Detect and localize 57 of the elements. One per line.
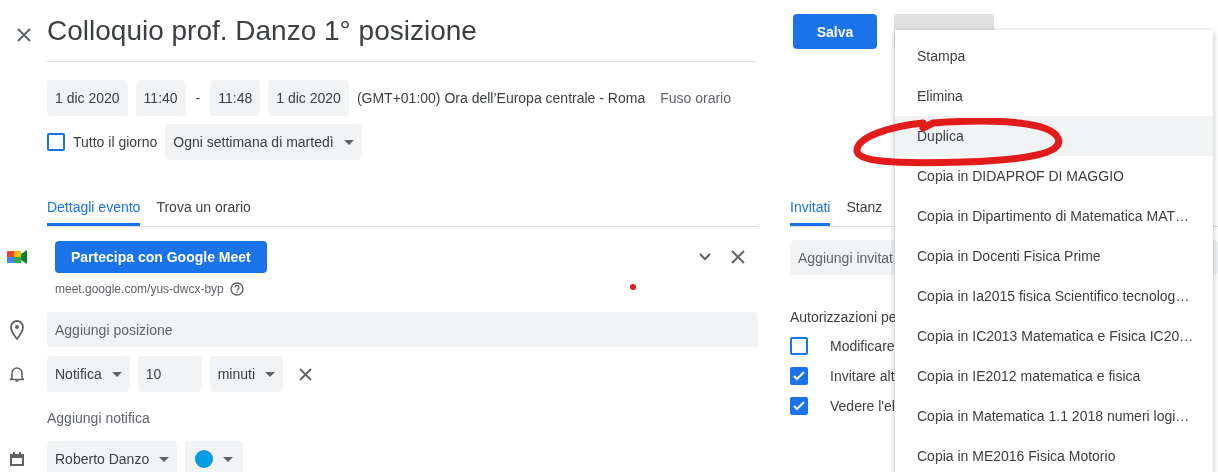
- all-day-label: Tutto il giorno: [73, 134, 158, 150]
- permission-label: Modificare: [830, 338, 895, 354]
- save-button[interactable]: Salva: [793, 14, 877, 49]
- permissions-heading: Autorizzazioni pe: [790, 309, 898, 325]
- menu-item[interactable]: Copia in ME2016 Fisica Motorio: [895, 436, 1213, 472]
- add-notification-link[interactable]: Aggiungi notifica: [47, 410, 150, 426]
- end-time-field[interactable]: 11:48: [210, 80, 261, 116]
- event-title-field[interactable]: Colloquio prof. Danzo 1° posizione: [47, 14, 477, 47]
- timezone-label: (GMT+01:00) Ora dell’Europa centrale - Roma: [356, 90, 646, 106]
- start-time-field[interactable]: 11:40: [135, 80, 186, 116]
- menu-item[interactable]: Copia in Dipartimento di Matematica MAT…: [895, 196, 1213, 236]
- timezone-link[interactable]: Fuso orario: [660, 90, 731, 106]
- permission-label: Vedere l'el: [830, 398, 895, 414]
- menu-item[interactable]: Copia in Matematica 1.1 2018 numeri logi…: [895, 396, 1213, 436]
- bell-icon: [10, 366, 24, 382]
- notification-unit-dropdown[interactable]: minuti: [209, 356, 284, 392]
- tab[interactable]: Stanz: [846, 190, 883, 226]
- permission-label: Invitare alt: [830, 368, 895, 384]
- calendar-icon: [9, 451, 25, 467]
- tab[interactable]: Trova un orario: [156, 190, 251, 226]
- menu-item[interactable]: Stampa: [895, 36, 1213, 76]
- caret-icon: [159, 456, 170, 462]
- recurrence-dropdown[interactable]: Ogni settimana di martedì: [165, 124, 362, 160]
- menu-item[interactable]: Elimina: [895, 76, 1213, 116]
- permission-checkbox[interactable]: [790, 397, 808, 415]
- caret-icon: [111, 371, 122, 377]
- permission-checkbox[interactable]: [790, 367, 808, 385]
- tab[interactable]: Invitati: [790, 190, 831, 226]
- caret-icon: [223, 456, 234, 462]
- location-field[interactable]: Aggiungi posizione: [47, 312, 758, 347]
- remove-icon[interactable]: [299, 367, 313, 381]
- menu-item[interactable]: Copia in Docenti Fisica Prime: [895, 236, 1213, 276]
- color-dropdown[interactable]: [185, 441, 244, 472]
- notification-type-dropdown[interactable]: Notifica: [47, 356, 130, 392]
- chevron-down-icon[interactable]: [699, 253, 711, 261]
- video-camera-icon: [7, 249, 27, 265]
- all-day-checkbox[interactable]: [47, 133, 65, 151]
- caret-icon: [265, 371, 276, 377]
- close-icon[interactable]: [15, 27, 32, 43]
- meet-link[interactable]: meet.google.com/yus-dwcx-byp: [55, 282, 224, 296]
- range-separator: -: [195, 90, 201, 106]
- notification-amount-field[interactable]: 10: [137, 356, 202, 392]
- start-date-field[interactable]: 1 dic 2020: [47, 80, 128, 116]
- menu-item[interactable]: Copia in Ia2015 fisica Scientifico tecnolog…: [895, 276, 1213, 316]
- menu-item[interactable]: Copia in DIDAPROF DI MAGGIO: [895, 156, 1213, 196]
- close-icon[interactable]: [731, 250, 745, 264]
- help-icon[interactable]: [229, 282, 244, 296]
- menu-item[interactable]: Copia in IE2012 matematica e fisica: [895, 356, 1213, 396]
- location-pin-icon: [10, 319, 24, 340]
- calendar-owner-dropdown[interactable]: Roberto Danzo: [47, 441, 178, 472]
- join-meet-button[interactable]: Partecipa con Google Meet: [55, 241, 267, 273]
- menu-item[interactable]: Copia in IC2013 Matematica e Fisica IC20…: [895, 316, 1213, 356]
- tab[interactable]: Dettagli evento: [47, 190, 141, 226]
- end-date-field[interactable]: 1 dic 2020: [268, 80, 349, 116]
- caret-icon: [343, 139, 354, 145]
- permission-checkbox[interactable]: [790, 337, 808, 355]
- marker-dot: [630, 284, 636, 290]
